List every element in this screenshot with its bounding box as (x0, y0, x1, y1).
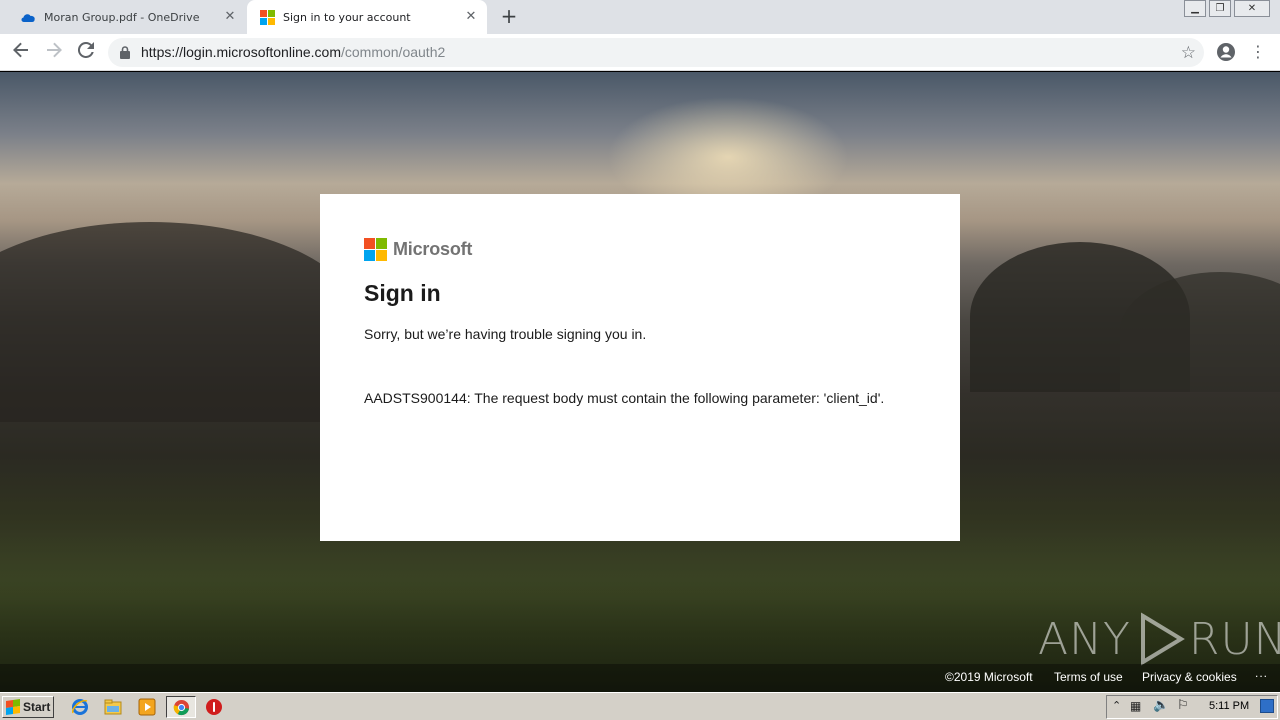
media-player-icon[interactable] (138, 698, 156, 716)
browser-tab-strip: Moran Group.pdf - OneDrive ✕ Sign in to … (0, 0, 1280, 34)
forward-arrow-icon[interactable] (43, 42, 65, 64)
watermark-right-text: RUN (1188, 613, 1280, 665)
onedrive-cloud-icon (20, 9, 36, 25)
error-message: Sorry, but we’re having trouble signing … (364, 326, 647, 342)
taskbar-clock[interactable]: 5:11 PM (1209, 700, 1249, 712)
tab-onedrive[interactable]: Moran Group.pdf - OneDrive ✕ (0, 0, 246, 34)
reload-icon[interactable] (75, 41, 97, 64)
microsoft-logo-icon (259, 9, 275, 25)
minimize-window-button[interactable]: ▁ (1184, 0, 1206, 17)
system-tray: ⌃ ▦ 🔈 ⚐ (1106, 695, 1278, 719)
browser-toolbar: https://login.microsoftonline.com/common… (0, 34, 1280, 71)
restore-window-button[interactable]: ❐ (1209, 0, 1231, 17)
chrome-icon (173, 699, 190, 716)
windows-flag-icon (6, 699, 20, 715)
page-title: Sign in (364, 280, 441, 306)
close-window-button[interactable]: ✕ (1234, 0, 1270, 17)
action-center-flag-icon[interactable]: ⚐ (1177, 698, 1189, 713)
copyright-text: ©2019 Microsoft (945, 670, 1033, 684)
file-explorer-icon[interactable] (104, 698, 122, 716)
anyrun-watermark: ANY RUN (1038, 610, 1280, 668)
tab-title: Moran Group.pdf - OneDrive (44, 10, 200, 24)
address-bar[interactable]: https://login.microsoftonline.com/common… (108, 38, 1204, 67)
tab-sign-in[interactable]: Sign in to your account ✕ (247, 0, 487, 34)
microsoft-logo-icon (364, 238, 387, 261)
lock-icon (120, 46, 130, 62)
terms-of-use-link[interactable]: Terms of use (1054, 670, 1123, 684)
volume-icon[interactable]: 🔈 (1153, 698, 1169, 713)
url-path: /common/oauth2 (340, 44, 446, 60)
network-icon[interactable]: ▦ (1130, 699, 1141, 713)
more-footer-options[interactable]: ... (1255, 666, 1268, 680)
url-text: https://login.microsoftonline.com/common… (141, 44, 445, 60)
more-options-icon[interactable]: ⋮ (1250, 41, 1266, 63)
new-tab-button[interactable]: + (499, 6, 519, 27)
page-footer: ©2019 Microsoft Terms of use Privacy & c… (0, 664, 1280, 692)
error-code-detail: AADSTS900144: The request body must cont… (364, 390, 885, 406)
show-desktop-icon[interactable] (1260, 699, 1274, 713)
sign-in-card: Microsoft Sign in Sorry, but we’re havin… (320, 194, 960, 541)
microsoft-logo: Microsoft (364, 238, 472, 261)
sign-in-page: Microsoft Sign in Sorry, but we’re havin… (0, 72, 1280, 692)
back-arrow-icon[interactable] (10, 42, 32, 64)
show-hidden-icons-icon[interactable]: ⌃ (1112, 699, 1121, 712)
start-label: Start (23, 700, 51, 714)
privacy-cookies-link[interactable]: Privacy & cookies (1142, 670, 1237, 684)
brand-name: Microsoft (393, 239, 473, 259)
url-host: https://login.microsoftonline.com (141, 44, 341, 60)
play-triangle-icon (1140, 612, 1185, 666)
close-tab-icon[interactable]: ✕ (463, 9, 479, 25)
security-warning-icon[interactable] (205, 698, 223, 716)
close-tab-icon[interactable]: ✕ (222, 9, 238, 25)
internet-explorer-icon[interactable] (71, 698, 89, 716)
start-button[interactable]: Start (2, 696, 54, 718)
profile-avatar-icon[interactable] (1216, 42, 1236, 62)
windows-taskbar: Start ⌃ ▦ 🔈 ⚐ 5:11 PM (0, 692, 1280, 720)
tab-title: Sign in to your account (283, 10, 411, 24)
chrome-taskbar-button[interactable] (166, 696, 196, 718)
bookmark-star-icon[interactable]: ☆ (1181, 43, 1196, 63)
watermark-left-text: ANY (1038, 613, 1131, 665)
background-hill (0, 222, 360, 422)
